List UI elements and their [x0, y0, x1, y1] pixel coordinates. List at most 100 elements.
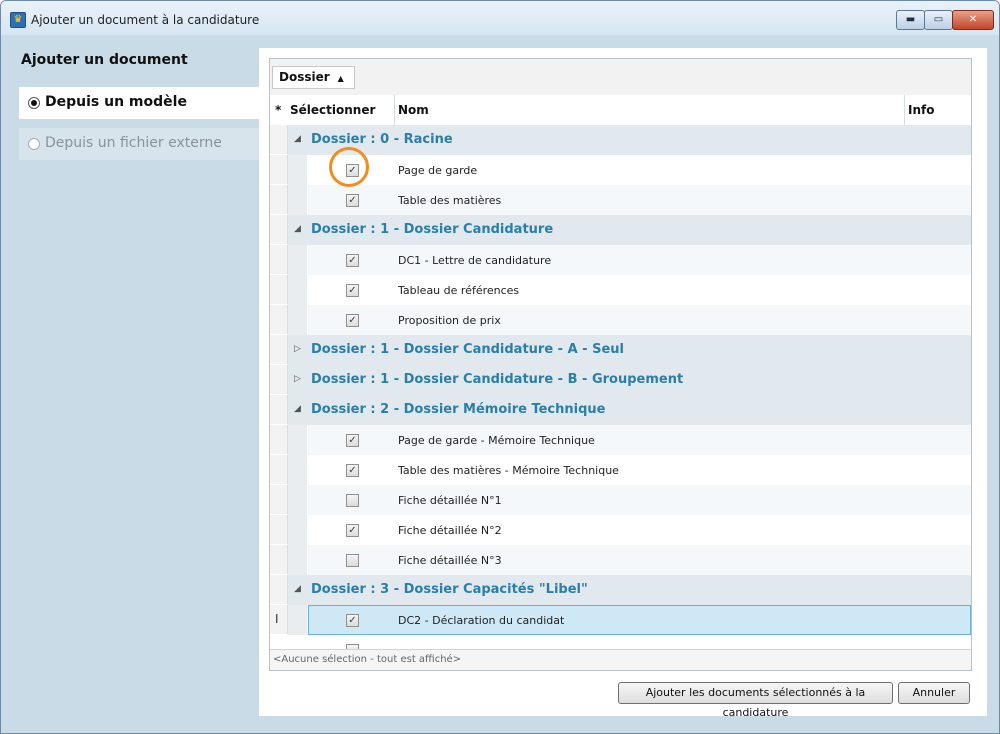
group-row[interactable]: ▷ Dossier : 1 - Dossier Candidature - B -…	[270, 365, 971, 395]
row-selector[interactable]	[270, 485, 288, 514]
row-selector[interactable]	[270, 125, 288, 154]
row-selector[interactable]	[270, 395, 288, 424]
row-selector[interactable]	[270, 605, 288, 634]
group-row[interactable]: ◢ Dossier : 3 - Dossier Capacités "Libel"	[270, 575, 971, 605]
select-checkbox[interactable]	[346, 554, 359, 567]
group-row[interactable]: ◢ Dossier : 1 - Dossier Candidature	[270, 215, 971, 245]
table-row[interactable]: DC2 - Déclaration du candidat I	[270, 605, 971, 635]
option-from-external-file[interactable]: Depuis un fichier externe	[19, 128, 259, 160]
row-selector[interactable]	[270, 575, 288, 604]
row-indent	[288, 545, 307, 575]
header-marker: *	[275, 103, 282, 117]
select-checkbox[interactable]	[346, 614, 359, 627]
group-label: Dossier : 1 - Dossier Candidature	[311, 222, 554, 237]
row-indent	[288, 275, 307, 305]
document-name: Tableau de références	[398, 284, 520, 297]
option-from-external-file-label: Depuis un fichier externe	[45, 135, 222, 151]
triangle-down-icon[interactable]: ◢	[294, 584, 301, 594]
select-checkbox[interactable]	[346, 254, 359, 267]
group-row[interactable]: ◢ Dossier : 0 - Racine	[270, 125, 971, 155]
radio-from-external-file[interactable]	[28, 138, 40, 150]
row-selector[interactable]	[270, 245, 288, 274]
table-row[interactable]: Tableau de références	[270, 275, 971, 305]
close-button[interactable]: ✕	[952, 10, 994, 30]
minimize-button[interactable]: ▬	[896, 10, 925, 30]
document-name: Fiche détaillée N°1	[398, 494, 502, 507]
triangle-right-icon[interactable]: ▷	[294, 344, 301, 354]
row-indent	[288, 245, 307, 275]
row-selector[interactable]	[270, 305, 288, 334]
row-indent	[288, 455, 307, 485]
row-selector[interactable]	[270, 185, 288, 214]
triangle-down-icon[interactable]: ◢	[294, 224, 301, 234]
group-by-label: Dossier	[279, 70, 330, 84]
triangle-down-icon[interactable]: ◢	[294, 134, 301, 144]
row-indent	[288, 185, 307, 215]
text-cursor-icon: I	[275, 612, 279, 626]
group-row[interactable]: ◢ Dossier : 2 - Dossier Mémoire Technique	[270, 395, 971, 425]
option-from-template[interactable]: Depuis un modèle	[19, 87, 259, 119]
row-selector[interactable]	[270, 515, 288, 544]
table-row[interactable]: Table des matières - Mémoire Technique	[270, 455, 971, 485]
row-selector[interactable]	[270, 155, 288, 184]
select-checkbox[interactable]	[346, 284, 359, 297]
select-checkbox[interactable]	[346, 434, 359, 447]
highlight-circle	[329, 147, 369, 187]
row-selector[interactable]	[270, 425, 288, 454]
sort-up-icon: ▲	[337, 74, 344, 83]
row-selector[interactable]	[270, 335, 288, 364]
row-indent	[288, 155, 307, 185]
triangle-right-icon[interactable]: ▷	[294, 374, 301, 384]
triangle-down-icon[interactable]: ◢	[294, 404, 301, 414]
select-checkbox[interactable]	[346, 314, 359, 327]
table-row[interactable]: Fiche détaillée N°1	[270, 485, 971, 515]
maximize-button[interactable]: ▭	[924, 10, 953, 30]
group-row[interactable]: ▷ Dossier : 1 - Dossier Candidature - A -…	[270, 335, 971, 365]
select-checkbox[interactable]	[346, 494, 359, 507]
select-checkbox[interactable]	[346, 194, 359, 207]
documents-grid: Dossier ▲ * Sélectionner Nom Info ◢ Dossie…	[269, 58, 972, 671]
select-checkbox[interactable]	[346, 524, 359, 537]
row-selector[interactable]	[270, 215, 288, 244]
row-selector[interactable]	[270, 545, 288, 574]
row-indent	[288, 605, 307, 635]
grid-header: * Sélectionner Nom Info	[270, 95, 971, 126]
row-indent	[288, 485, 307, 515]
table-row[interactable]: Fiche détaillée N°2	[270, 515, 971, 545]
option-from-template-label: Depuis un modèle	[45, 94, 187, 110]
table-row[interactable]: Page de garde	[270, 155, 971, 185]
group-label: Dossier : 3 - Dossier Capacités "Libel"	[311, 582, 588, 597]
select-checkbox[interactable]	[346, 464, 359, 477]
row-indent	[288, 425, 307, 455]
row-indent	[288, 305, 307, 335]
radio-from-template[interactable]	[28, 97, 40, 109]
group-label: Dossier : 0 - Racine	[311, 132, 453, 147]
document-name: Page de garde	[398, 164, 478, 177]
row-selector[interactable]	[270, 365, 288, 394]
group-label: Dossier : 1 - Dossier Candidature - A - …	[311, 342, 624, 357]
document-name: Table des matières	[398, 194, 502, 207]
document-name: Fiche détaillée N°3	[398, 554, 502, 567]
document-name: Page de garde - Mémoire Technique	[398, 434, 595, 447]
table-row[interactable]: Table des matières	[270, 185, 971, 215]
row-selector[interactable]	[270, 455, 288, 484]
window-title: Ajouter un document à la candidature	[31, 13, 260, 27]
group-by-chip[interactable]: Dossier ▲	[272, 66, 355, 89]
document-name: DC2 - Déclaration du candidat	[398, 614, 565, 627]
table-row[interactable]: DC1 - Lettre de candidature	[270, 245, 971, 275]
header-select[interactable]: Sélectionner	[290, 103, 375, 117]
table-row[interactable]: Page de garde - Mémoire Technique	[270, 425, 971, 455]
document-name: Table des matières - Mémoire Technique	[398, 464, 619, 477]
header-name[interactable]: Nom	[398, 103, 429, 117]
table-row[interactable]: Fiche détaillée N°3	[270, 545, 971, 575]
table-row[interactable]: Proposition de prix	[270, 305, 971, 335]
filter-status: <Aucune sélection - tout est affiché>	[270, 649, 971, 670]
add-documents-button[interactable]: Ajouter les documents sélectionnés à la …	[618, 682, 893, 719]
group-label: Dossier : 1 - Dossier Candidature - B - …	[311, 372, 684, 387]
document-name: Fiche détaillée N°2	[398, 524, 502, 537]
header-info[interactable]: Info	[908, 103, 934, 117]
cancel-button[interactable]: Annuler	[898, 682, 970, 704]
document-name: DC1 - Lettre de candidature	[398, 254, 552, 267]
title-bar[interactable]: ♛ Ajouter un document à la candidature ▬…	[1, 1, 999, 35]
row-selector[interactable]	[270, 275, 288, 304]
